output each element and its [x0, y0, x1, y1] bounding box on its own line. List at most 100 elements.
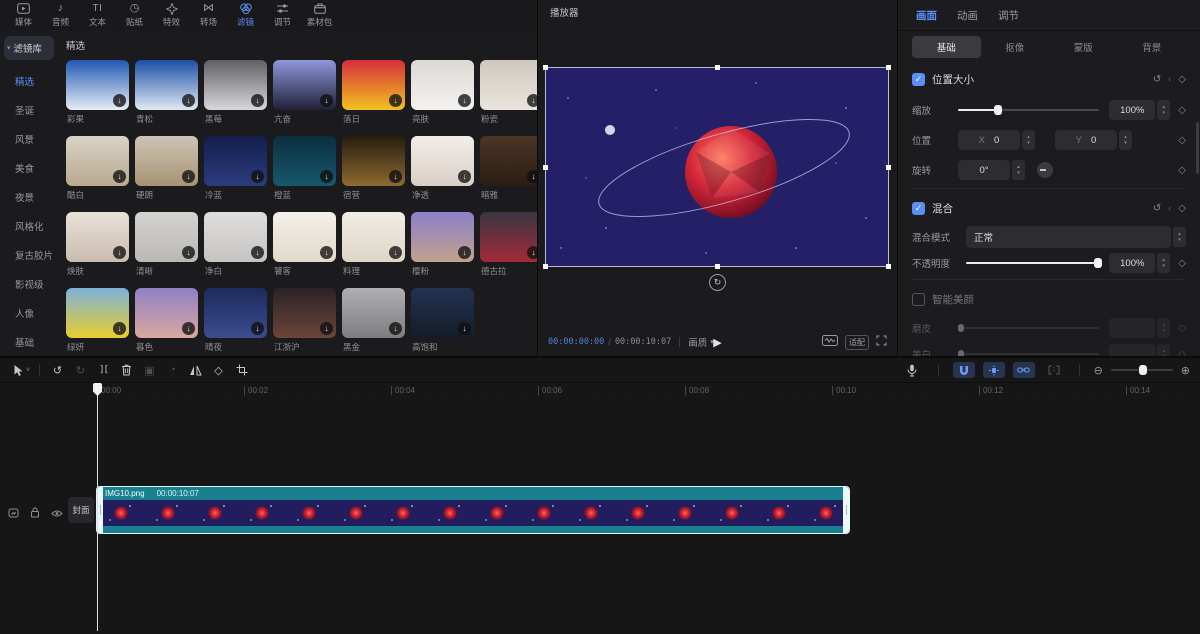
filter-card[interactable]: ↓橙蓝: [273, 136, 336, 201]
sidebar-item-夜景[interactable]: 夜景: [0, 182, 58, 211]
filter-card[interactable]: ↓亮肤: [411, 60, 474, 125]
position-x-field[interactable]: X 0: [958, 130, 1020, 150]
filter-card[interactable]: ↓绿妍: [66, 288, 129, 353]
selection-handle[interactable]: [543, 65, 548, 70]
keyframe-icon[interactable]: ◇: [1178, 165, 1186, 176]
timeline-ruler[interactable]: 00:0000:0200:0400:0600:0800:1000:1200:14: [0, 383, 1200, 401]
opacity-value[interactable]: 100%: [1109, 253, 1155, 273]
split-button[interactable]: ][: [92, 365, 115, 375]
filter-card[interactable]: ↓料理: [342, 212, 405, 277]
timeline-zoom-slider[interactable]: [1111, 369, 1173, 371]
scale-value[interactable]: 100%: [1109, 100, 1155, 120]
position-x-stepper[interactable]: ▴▾: [1022, 130, 1035, 150]
sidebar-item-风格化[interactable]: 风格化: [0, 211, 58, 240]
preview-axis-button[interactable]: [1043, 362, 1065, 378]
keyframe-icon[interactable]: ◇: [1178, 74, 1186, 85]
reset-icon[interactable]: ↺: [1153, 203, 1161, 214]
keyframe-icon[interactable]: ◇: [1178, 203, 1186, 214]
keyframe-icon[interactable]: ◇: [1178, 349, 1186, 357]
filter-card[interactable]: ↓硬朗: [135, 136, 198, 201]
filter-card[interactable]: ↓暗雅: [480, 136, 537, 201]
rotate-dial[interactable]: [1037, 162, 1053, 178]
undo-button[interactable]: ↺: [46, 364, 69, 377]
reset-icon[interactable]: ↺: [1153, 74, 1161, 85]
filter-card[interactable]: ↓德古拉: [480, 212, 537, 277]
copy-button[interactable]: ▣: [138, 364, 161, 377]
filter-card[interactable]: ↓黑莓: [204, 60, 267, 125]
opacity-slider[interactable]: [966, 262, 1099, 264]
rotate-value-field[interactable]: 0°: [958, 160, 1010, 180]
subtab-蒙版[interactable]: 蒙版: [1049, 36, 1118, 58]
keyframe-prev-icon[interactable]: ‹: [1168, 203, 1171, 213]
filter-card[interactable]: ↓冷蓝: [204, 136, 267, 201]
playhead-line[interactable]: [97, 383, 98, 631]
redo-button[interactable]: ↻: [69, 364, 92, 377]
position-y-stepper[interactable]: ▴▾: [1119, 130, 1132, 150]
sidebar-item-人像[interactable]: 人像: [0, 298, 58, 327]
sidebar-item-圣诞[interactable]: 圣诞: [0, 95, 58, 124]
beauty-checkbox[interactable]: [912, 293, 925, 306]
selection-handle[interactable]: [715, 65, 720, 70]
nav-item-audio[interactable]: ♪音频: [42, 2, 79, 28]
lock-track-icon[interactable]: [30, 505, 40, 523]
beauty-value[interactable]: [1109, 344, 1155, 356]
subtab-背景[interactable]: 背景: [1118, 36, 1187, 58]
freeze-frame-button[interactable]: ◔: [161, 364, 184, 376]
fullscreen-icon[interactable]: [876, 335, 887, 349]
main-track-magnet-button[interactable]: [953, 362, 975, 378]
subtab-基础[interactable]: 基础: [912, 36, 981, 58]
linkage-button[interactable]: [1013, 362, 1035, 378]
fit-ratio-button[interactable]: 适配: [845, 335, 869, 350]
selection-handle[interactable]: [715, 264, 720, 269]
selection-handle[interactable]: [886, 165, 891, 170]
filter-card[interactable]: ↓高饱和: [411, 288, 474, 353]
sidebar-item-基础[interactable]: 基础: [0, 327, 58, 356]
tab-画面[interactable]: 画面: [916, 8, 937, 23]
filter-card[interactable]: ↓樱粉: [411, 212, 474, 277]
position-size-checkbox[interactable]: ✓: [912, 73, 925, 86]
scale-stepper[interactable]: ▴▾: [1157, 100, 1170, 120]
filter-card[interactable]: ↓彩果: [66, 60, 129, 125]
filter-card[interactable]: ↓江浙沪: [273, 288, 336, 353]
filter-card[interactable]: ↓清晰: [135, 212, 198, 277]
rotate-handle-icon[interactable]: ↻: [709, 274, 726, 291]
filter-card[interactable]: ↓暮色: [135, 288, 198, 353]
cover-button[interactable]: 封面: [68, 497, 94, 523]
beauty-slider[interactable]: [958, 327, 1099, 329]
nav-item-sticker[interactable]: ◷贴纸: [116, 2, 153, 28]
tab-动画[interactable]: 动画: [957, 8, 978, 23]
sidebar-item-影视级[interactable]: 影视级: [0, 269, 58, 298]
delete-button[interactable]: [115, 364, 138, 376]
scrollbar[interactable]: [1196, 122, 1199, 174]
keyframe-icon[interactable]: ◇: [1178, 258, 1186, 269]
filter-card[interactable]: ↓焕肤: [66, 212, 129, 277]
quality-dropdown[interactable]: 画质 ▾: [688, 335, 714, 349]
preview-wave-button[interactable]: [822, 335, 838, 349]
beauty-stepper[interactable]: ▴▾: [1157, 318, 1170, 338]
rotate-stepper[interactable]: ▴▾: [1012, 160, 1025, 180]
nav-item-transition[interactable]: ⋈转场: [190, 2, 227, 28]
select-tool[interactable]: ˅: [10, 364, 33, 377]
keyframe-icon[interactable]: ◇: [1178, 323, 1186, 334]
opacity-stepper[interactable]: ▴▾: [1157, 253, 1170, 273]
filter-card[interactable]: ↓晴夜: [204, 288, 267, 353]
filter-card[interactable]: ↓净透: [411, 136, 474, 201]
record-voiceover-button[interactable]: [901, 364, 924, 377]
filter-library-dropdown[interactable]: ▾ 滤镜库: [4, 36, 54, 60]
clip-trim-handle-right[interactable]: [843, 487, 849, 533]
nav-item-text[interactable]: TI文本: [79, 2, 116, 28]
filter-card[interactable]: ↓宿营: [342, 136, 405, 201]
filter-card[interactable]: ↓饕客: [273, 212, 336, 277]
filter-card[interactable]: ↓落日: [342, 60, 405, 125]
sidebar-item-复古胶片[interactable]: 复古胶片: [0, 240, 58, 269]
beauty-slider[interactable]: [958, 353, 1099, 355]
play-button[interactable]: ▶: [713, 336, 721, 349]
nav-item-filter[interactable]: 滤镜: [227, 2, 264, 28]
filter-card[interactable]: ↓粉瓷: [480, 60, 537, 125]
track-toggle-icon[interactable]: [8, 505, 19, 523]
preview-canvas[interactable]: [545, 67, 889, 267]
keyframe-prev-icon[interactable]: ‹: [1168, 74, 1171, 84]
nav-item-package[interactable]: 素材包: [301, 2, 338, 28]
sidebar-item-风景[interactable]: 风景: [0, 124, 58, 153]
beauty-stepper[interactable]: ▴▾: [1157, 344, 1170, 356]
